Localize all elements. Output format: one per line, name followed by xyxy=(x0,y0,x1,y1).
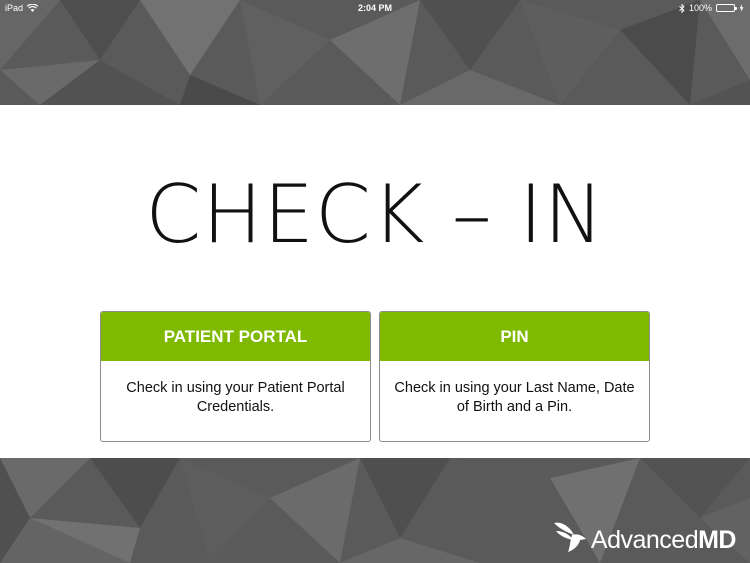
battery-icon xyxy=(716,4,737,12)
advancedmd-logo: AdvancedMD xyxy=(552,519,736,553)
status-bar: iPad 2:04 PM 100% xyxy=(0,0,750,16)
bluetooth-icon xyxy=(679,3,685,13)
bottom-banner: AdvancedMD xyxy=(0,458,750,563)
pin-button[interactable]: PIN xyxy=(380,312,649,361)
patient-portal-desc-line2: Credentials. xyxy=(196,399,275,415)
patient-portal-desc-line1: Check in using your Patient Portal xyxy=(126,380,345,396)
hummingbird-icon xyxy=(553,522,586,552)
pin-desc-line2: of Birth and a Pin. xyxy=(456,399,573,415)
patient-portal-description: Check in using your Patient Portal Crede… xyxy=(101,361,370,417)
logo-regular-text: Advanced xyxy=(590,526,699,554)
main-content: CHECK – IN PATIENT PORTAL Check in using… xyxy=(0,105,750,458)
battery-percent: 100% xyxy=(688,3,712,13)
pin-desc-line1: Check in using your Last Name, Date xyxy=(394,380,635,396)
logo-bold-text: MD xyxy=(698,526,736,554)
page-title: CHECK – IN xyxy=(145,168,605,261)
status-right: 100% xyxy=(679,3,744,13)
patient-portal-button[interactable]: PATIENT PORTAL xyxy=(101,312,370,361)
patient-portal-card[interactable]: PATIENT PORTAL Check in using your Patie… xyxy=(100,311,371,442)
status-time: 2:04 PM xyxy=(357,3,392,13)
charging-icon xyxy=(739,4,744,12)
pin-description: Check in using your Last Name, Date of B… xyxy=(380,361,649,417)
pin-card[interactable]: PIN Check in using your Last Name, Date … xyxy=(379,311,650,442)
logo-wordmark: AdvancedMD xyxy=(590,526,737,554)
top-banner: iPad 2:04 PM 100% xyxy=(0,0,750,105)
